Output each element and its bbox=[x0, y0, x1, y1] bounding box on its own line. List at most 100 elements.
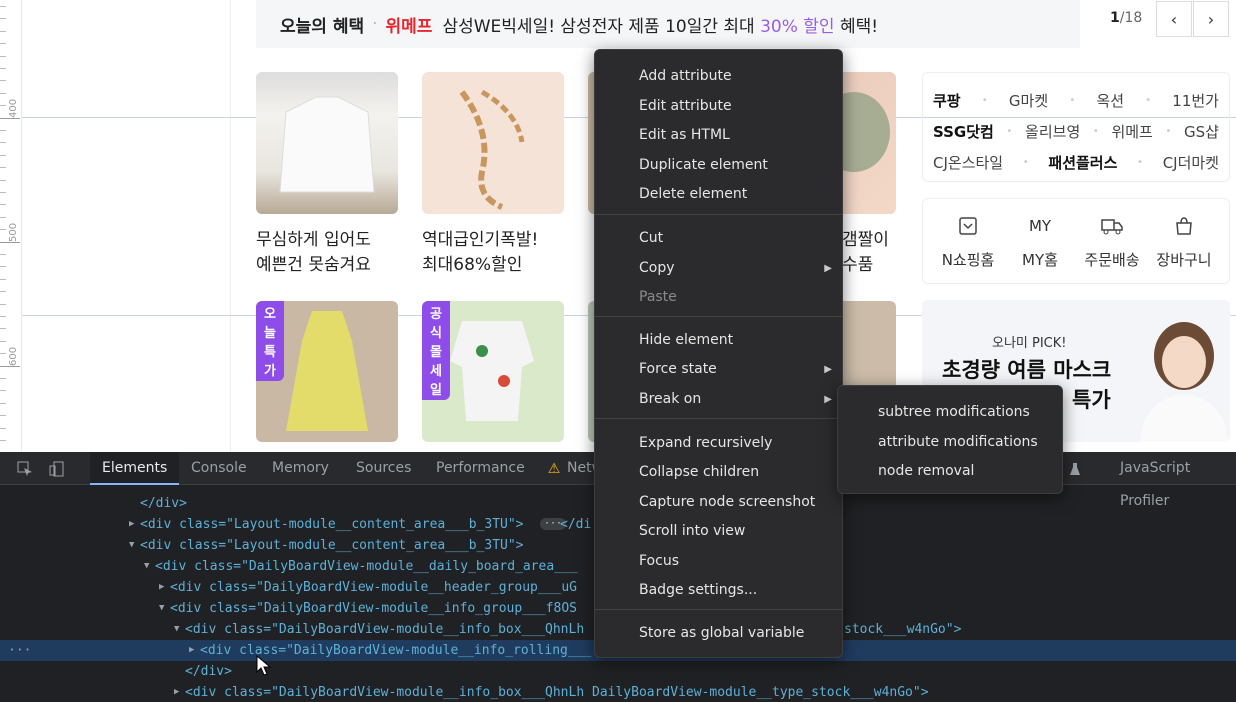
menu-item-break-on[interactable]: Break on ▶ bbox=[595, 385, 842, 414]
ruler-tick bbox=[0, 204, 6, 205]
ruler-tick bbox=[0, 415, 6, 416]
shortcut-label: MY홈 bbox=[1022, 251, 1058, 269]
tab-elements[interactable]: Elements bbox=[90, 452, 180, 485]
bag-icon bbox=[1147, 213, 1221, 239]
menu-item-hide-element[interactable]: Hide element bbox=[595, 326, 733, 355]
product-caption: 무심하게 입어도 bbox=[256, 230, 371, 250]
dom-node-text: <div class="DailyBoardView-module__info_… bbox=[170, 601, 577, 616]
separator-dot: • bbox=[981, 95, 988, 106]
device-toolbar-icon[interactable] bbox=[46, 458, 68, 480]
ruler-tick bbox=[0, 93, 6, 94]
dom-node-text: <div class="Layout-module__content_area_… bbox=[140, 517, 524, 532]
menu-item-edit-as-html[interactable]: Edit as HTML bbox=[595, 121, 730, 150]
dom-node[interactable]: ▶ <div class="DailyBoardView-module__info… bbox=[0, 682, 1236, 702]
mall-link[interactable]: SSG닷컴 bbox=[933, 121, 994, 142]
menu-separator bbox=[595, 316, 842, 317]
shortcut-n-shopping[interactable]: N쇼핑홈 bbox=[931, 213, 1005, 270]
mall-link[interactable]: CJ더마켓 bbox=[1163, 152, 1219, 173]
ruler-tick bbox=[0, 118, 20, 119]
ruler-label: 600 bbox=[8, 346, 19, 366]
ruler-tick bbox=[0, 254, 6, 255]
ruler-tick bbox=[0, 167, 6, 168]
expand-arrow-icon[interactable]: ▶ bbox=[189, 640, 194, 661]
ruler-tick bbox=[0, 279, 6, 280]
menu-item-focus[interactable]: Focus bbox=[595, 547, 679, 576]
more-options-icon[interactable]: ··· bbox=[8, 640, 31, 661]
menu-item-collapse-children[interactable]: Collapse children bbox=[595, 458, 759, 487]
ruler-tick bbox=[0, 390, 6, 391]
menu-item-node-removal[interactable]: node removal bbox=[838, 457, 974, 486]
ruler-tick bbox=[0, 18, 6, 19]
mall-link[interactable]: 옥션 bbox=[1096, 90, 1124, 111]
tab-javascript-profiler[interactable]: JavaScript Profiler bbox=[1108, 452, 1236, 509]
n-shopping-icon bbox=[931, 213, 1005, 239]
tab-memory[interactable]: Memory bbox=[260, 452, 341, 485]
benefit-pager: 1/18 bbox=[1110, 10, 1142, 26]
ruler-tick bbox=[0, 68, 6, 69]
mall-link[interactable]: 위메프 bbox=[1111, 121, 1152, 142]
dom-node-text: <div class="DailyBoardView-module__info_… bbox=[185, 685, 929, 700]
tab-performance[interactable]: Performance bbox=[424, 452, 537, 485]
expand-arrow-icon[interactable]: ▶ bbox=[129, 514, 134, 535]
ruler-tick bbox=[0, 316, 6, 317]
menu-separator bbox=[595, 418, 842, 419]
menu-item-subtree-modifications[interactable]: subtree modifications bbox=[838, 398, 1030, 427]
menu-item-scroll-into-view[interactable]: Scroll into view bbox=[595, 517, 745, 546]
mall-link[interactable]: CJ온스타일 bbox=[933, 152, 1003, 173]
menu-item-expand-recursively[interactable]: Expand recursively bbox=[595, 429, 772, 458]
menu-item-store-as-global-variable[interactable]: Store as global variable bbox=[595, 619, 804, 648]
menu-item-label: Break on bbox=[639, 391, 702, 407]
dom-node-text: <div class="Layout-module__content_area_… bbox=[140, 538, 524, 553]
menu-item-delete-element[interactable]: Delete element bbox=[595, 180, 747, 209]
product-caption: 수품 bbox=[842, 255, 874, 275]
menu-item-capture-node-screenshot[interactable]: Capture node screenshot bbox=[595, 488, 815, 517]
menu-item-cut[interactable]: Cut bbox=[595, 224, 663, 253]
expand-arrow-icon[interactable]: ▶ bbox=[174, 682, 179, 702]
inspect-element-icon[interactable] bbox=[14, 458, 36, 480]
shortcut-label: N쇼핑홈 bbox=[941, 251, 995, 269]
collapse-arrow-icon[interactable]: ▼ bbox=[129, 535, 134, 556]
prev-button[interactable]: ‹ bbox=[1156, 1, 1192, 37]
dom-node[interactable]: </div> bbox=[0, 661, 1236, 682]
collapse-arrow-icon[interactable]: ▼ bbox=[144, 556, 149, 577]
menu-item-copy[interactable]: Copy ▶ bbox=[595, 254, 842, 283]
expand-arrow-icon[interactable]: ▶ bbox=[159, 577, 164, 598]
mall-link[interactable]: 11번가 bbox=[1172, 90, 1219, 111]
menu-item-badge-settings[interactable]: Badge settings... bbox=[595, 576, 757, 605]
mall-link[interactable]: GS샵 bbox=[1184, 121, 1219, 142]
benefit-highlight: 30% 할인 bbox=[760, 16, 835, 37]
shortcut-box: N쇼핑홈 MY MY홈 주문배송 장바구니 bbox=[922, 198, 1230, 284]
tab-sources[interactable]: Sources bbox=[344, 452, 423, 485]
menu-item-force-state[interactable]: Force state ▶ bbox=[595, 355, 842, 384]
ruler-tick bbox=[0, 192, 6, 193]
mall-link[interactable]: 패션플러스 bbox=[1048, 152, 1117, 173]
mall-link[interactable]: 쿠팡 bbox=[933, 90, 961, 111]
product-caption: 갬짤이 bbox=[842, 230, 889, 250]
shortcut-label: 장바구니 bbox=[1156, 251, 1212, 269]
collapse-arrow-icon[interactable]: ▼ bbox=[174, 619, 179, 640]
ruler-tick bbox=[0, 43, 6, 44]
ruler-tick bbox=[0, 291, 6, 292]
shortcut-my[interactable]: MY MY홈 bbox=[1003, 213, 1077, 270]
benefit-title: 오늘의 혜택 bbox=[280, 16, 365, 37]
promo-title-2: 특가 bbox=[1072, 388, 1111, 412]
promo-title: 초경량 여름 마스크 bbox=[942, 358, 1112, 382]
menu-item-duplicate-element[interactable]: Duplicate element bbox=[595, 151, 768, 180]
benefit-banner[interactable]: 오늘의 혜택 · 위메프 삼성WE빅세일! 삼성전자 제품 10일간 최대 30… bbox=[256, 0, 1080, 48]
menu-separator bbox=[595, 609, 842, 610]
shortcut-cart[interactable]: 장바구니 bbox=[1147, 213, 1221, 270]
promo-model-image bbox=[1140, 322, 1228, 442]
menu-item-attribute-modifications[interactable]: attribute modifications bbox=[838, 428, 1038, 457]
next-button[interactable]: › bbox=[1193, 1, 1229, 37]
dom-node-tail: </di bbox=[560, 517, 592, 532]
dom-node-text: </div> bbox=[185, 664, 232, 679]
menu-item-add-attribute[interactable]: Add attribute bbox=[595, 62, 732, 91]
menu-item-edit-attribute[interactable]: Edit attribute bbox=[595, 92, 732, 121]
separator-dot: • bbox=[1022, 157, 1029, 168]
mall-link[interactable]: 올리브영 bbox=[1025, 121, 1080, 142]
tab-console[interactable]: Console bbox=[179, 452, 259, 485]
shortcut-delivery[interactable]: 주문배송 bbox=[1075, 213, 1149, 270]
my-icon: MY bbox=[1028, 217, 1052, 235]
mall-link[interactable]: G마켓 bbox=[1009, 90, 1048, 111]
collapse-arrow-icon[interactable]: ▼ bbox=[159, 598, 164, 619]
